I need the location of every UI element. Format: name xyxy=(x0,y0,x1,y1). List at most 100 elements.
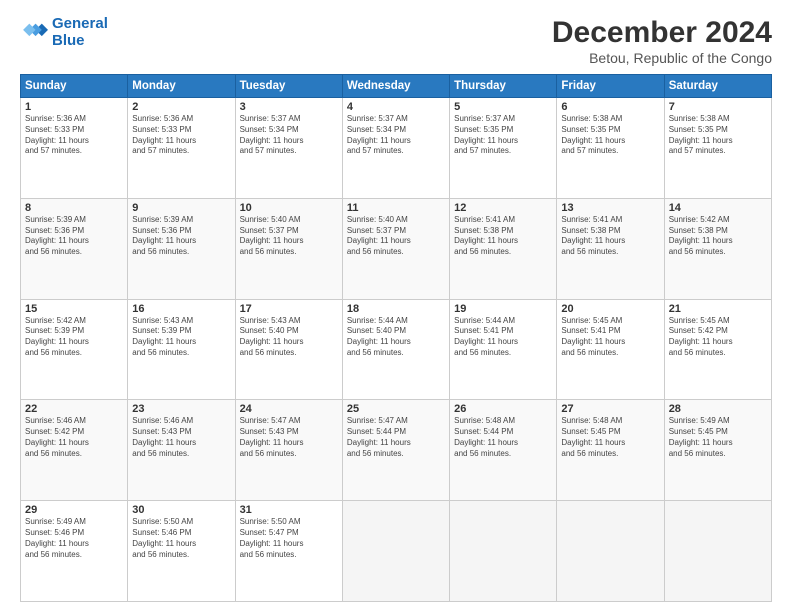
page: General Blue December 2024 Betou, Republ… xyxy=(0,0,792,612)
day-info: Sunrise: 5:42 AM Sunset: 5:38 PM Dayligh… xyxy=(669,215,767,258)
calendar-cell: 31Sunrise: 5:50 AM Sunset: 5:47 PM Dayli… xyxy=(235,501,342,602)
day-info: Sunrise: 5:40 AM Sunset: 5:37 PM Dayligh… xyxy=(347,215,445,258)
day-number: 8 xyxy=(25,202,123,214)
day-info: Sunrise: 5:40 AM Sunset: 5:37 PM Dayligh… xyxy=(240,215,338,258)
day-info: Sunrise: 5:39 AM Sunset: 5:36 PM Dayligh… xyxy=(132,215,230,258)
calendar-cell: 20Sunrise: 5:45 AM Sunset: 5:41 PM Dayli… xyxy=(557,299,664,400)
calendar-day-header: Friday xyxy=(557,75,664,98)
logo-general: General xyxy=(52,15,108,32)
day-number: 16 xyxy=(132,303,230,315)
day-number: 13 xyxy=(561,202,659,214)
day-info: Sunrise: 5:46 AM Sunset: 5:42 PM Dayligh… xyxy=(25,416,123,459)
calendar-cell: 19Sunrise: 5:44 AM Sunset: 5:41 PM Dayli… xyxy=(450,299,557,400)
subtitle: Betou, Republic of the Congo xyxy=(552,50,772,66)
calendar-day-header: Monday xyxy=(128,75,235,98)
calendar-cell: 30Sunrise: 5:50 AM Sunset: 5:46 PM Dayli… xyxy=(128,501,235,602)
header: General Blue December 2024 Betou, Republ… xyxy=(20,16,772,66)
calendar-cell: 8Sunrise: 5:39 AM Sunset: 5:36 PM Daylig… xyxy=(21,198,128,299)
day-info: Sunrise: 5:50 AM Sunset: 5:46 PM Dayligh… xyxy=(132,517,230,560)
day-number: 6 xyxy=(561,101,659,113)
day-info: Sunrise: 5:45 AM Sunset: 5:42 PM Dayligh… xyxy=(669,316,767,359)
day-number: 23 xyxy=(132,403,230,415)
calendar-cell: 6Sunrise: 5:38 AM Sunset: 5:35 PM Daylig… xyxy=(557,98,664,199)
calendar-cell: 12Sunrise: 5:41 AM Sunset: 5:38 PM Dayli… xyxy=(450,198,557,299)
day-number: 15 xyxy=(25,303,123,315)
day-number: 7 xyxy=(669,101,767,113)
calendar-cell: 7Sunrise: 5:38 AM Sunset: 5:35 PM Daylig… xyxy=(664,98,771,199)
day-number: 1 xyxy=(25,101,123,113)
calendar-cell xyxy=(557,501,664,602)
day-info: Sunrise: 5:50 AM Sunset: 5:47 PM Dayligh… xyxy=(240,517,338,560)
day-number: 20 xyxy=(561,303,659,315)
calendar-week-row: 22Sunrise: 5:46 AM Sunset: 5:42 PM Dayli… xyxy=(21,400,772,501)
calendar-cell xyxy=(664,501,771,602)
calendar-cell: 13Sunrise: 5:41 AM Sunset: 5:38 PM Dayli… xyxy=(557,198,664,299)
day-info: Sunrise: 5:41 AM Sunset: 5:38 PM Dayligh… xyxy=(561,215,659,258)
calendar-cell: 29Sunrise: 5:49 AM Sunset: 5:46 PM Dayli… xyxy=(21,501,128,602)
logo: General Blue xyxy=(20,16,108,49)
day-info: Sunrise: 5:37 AM Sunset: 5:35 PM Dayligh… xyxy=(454,114,552,157)
calendar-week-row: 29Sunrise: 5:49 AM Sunset: 5:46 PM Dayli… xyxy=(21,501,772,602)
calendar-cell: 26Sunrise: 5:48 AM Sunset: 5:44 PM Dayli… xyxy=(450,400,557,501)
calendar-cell: 4Sunrise: 5:37 AM Sunset: 5:34 PM Daylig… xyxy=(342,98,449,199)
calendar-cell xyxy=(342,501,449,602)
day-info: Sunrise: 5:45 AM Sunset: 5:41 PM Dayligh… xyxy=(561,316,659,359)
day-info: Sunrise: 5:44 AM Sunset: 5:41 PM Dayligh… xyxy=(454,316,552,359)
day-number: 31 xyxy=(240,504,338,516)
calendar-day-header: Wednesday xyxy=(342,75,449,98)
calendar-cell: 16Sunrise: 5:43 AM Sunset: 5:39 PM Dayli… xyxy=(128,299,235,400)
calendar-cell: 10Sunrise: 5:40 AM Sunset: 5:37 PM Dayli… xyxy=(235,198,342,299)
calendar-week-row: 1Sunrise: 5:36 AM Sunset: 5:33 PM Daylig… xyxy=(21,98,772,199)
calendar-week-row: 15Sunrise: 5:42 AM Sunset: 5:39 PM Dayli… xyxy=(21,299,772,400)
day-number: 29 xyxy=(25,504,123,516)
day-number: 26 xyxy=(454,403,552,415)
day-info: Sunrise: 5:49 AM Sunset: 5:45 PM Dayligh… xyxy=(669,416,767,459)
day-info: Sunrise: 5:37 AM Sunset: 5:34 PM Dayligh… xyxy=(347,114,445,157)
day-info: Sunrise: 5:46 AM Sunset: 5:43 PM Dayligh… xyxy=(132,416,230,459)
logo-icon xyxy=(20,19,48,47)
day-number: 21 xyxy=(669,303,767,315)
day-info: Sunrise: 5:44 AM Sunset: 5:40 PM Dayligh… xyxy=(347,316,445,359)
calendar-cell: 18Sunrise: 5:44 AM Sunset: 5:40 PM Dayli… xyxy=(342,299,449,400)
day-number: 19 xyxy=(454,303,552,315)
day-number: 3 xyxy=(240,101,338,113)
title-area: December 2024 Betou, Republic of the Con… xyxy=(552,16,772,66)
day-number: 25 xyxy=(347,403,445,415)
calendar-cell: 15Sunrise: 5:42 AM Sunset: 5:39 PM Dayli… xyxy=(21,299,128,400)
day-number: 27 xyxy=(561,403,659,415)
day-info: Sunrise: 5:39 AM Sunset: 5:36 PM Dayligh… xyxy=(25,215,123,258)
calendar-cell: 14Sunrise: 5:42 AM Sunset: 5:38 PM Dayli… xyxy=(664,198,771,299)
calendar-cell: 23Sunrise: 5:46 AM Sunset: 5:43 PM Dayli… xyxy=(128,400,235,501)
day-info: Sunrise: 5:48 AM Sunset: 5:45 PM Dayligh… xyxy=(561,416,659,459)
calendar-cell: 5Sunrise: 5:37 AM Sunset: 5:35 PM Daylig… xyxy=(450,98,557,199)
day-number: 14 xyxy=(669,202,767,214)
day-info: Sunrise: 5:36 AM Sunset: 5:33 PM Dayligh… xyxy=(25,114,123,157)
day-info: Sunrise: 5:47 AM Sunset: 5:44 PM Dayligh… xyxy=(347,416,445,459)
calendar-cell: 21Sunrise: 5:45 AM Sunset: 5:42 PM Dayli… xyxy=(664,299,771,400)
day-number: 18 xyxy=(347,303,445,315)
day-number: 30 xyxy=(132,504,230,516)
day-number: 28 xyxy=(669,403,767,415)
day-info: Sunrise: 5:37 AM Sunset: 5:34 PM Dayligh… xyxy=(240,114,338,157)
day-info: Sunrise: 5:41 AM Sunset: 5:38 PM Dayligh… xyxy=(454,215,552,258)
day-number: 12 xyxy=(454,202,552,214)
logo-blue: Blue xyxy=(52,32,85,49)
calendar-cell: 17Sunrise: 5:43 AM Sunset: 5:40 PM Dayli… xyxy=(235,299,342,400)
day-number: 9 xyxy=(132,202,230,214)
day-info: Sunrise: 5:48 AM Sunset: 5:44 PM Dayligh… xyxy=(454,416,552,459)
day-number: 24 xyxy=(240,403,338,415)
calendar-cell: 1Sunrise: 5:36 AM Sunset: 5:33 PM Daylig… xyxy=(21,98,128,199)
main-title: December 2024 xyxy=(552,16,772,50)
calendar-cell xyxy=(450,501,557,602)
day-number: 4 xyxy=(347,101,445,113)
day-number: 10 xyxy=(240,202,338,214)
day-info: Sunrise: 5:43 AM Sunset: 5:40 PM Dayligh… xyxy=(240,316,338,359)
day-number: 5 xyxy=(454,101,552,113)
calendar-day-header: Sunday xyxy=(21,75,128,98)
logo-text: General Blue xyxy=(52,16,108,49)
calendar-cell: 2Sunrise: 5:36 AM Sunset: 5:33 PM Daylig… xyxy=(128,98,235,199)
day-info: Sunrise: 5:47 AM Sunset: 5:43 PM Dayligh… xyxy=(240,416,338,459)
calendar-cell: 9Sunrise: 5:39 AM Sunset: 5:36 PM Daylig… xyxy=(128,198,235,299)
calendar-day-header: Thursday xyxy=(450,75,557,98)
calendar-table: SundayMondayTuesdayWednesdayThursdayFrid… xyxy=(20,74,772,602)
